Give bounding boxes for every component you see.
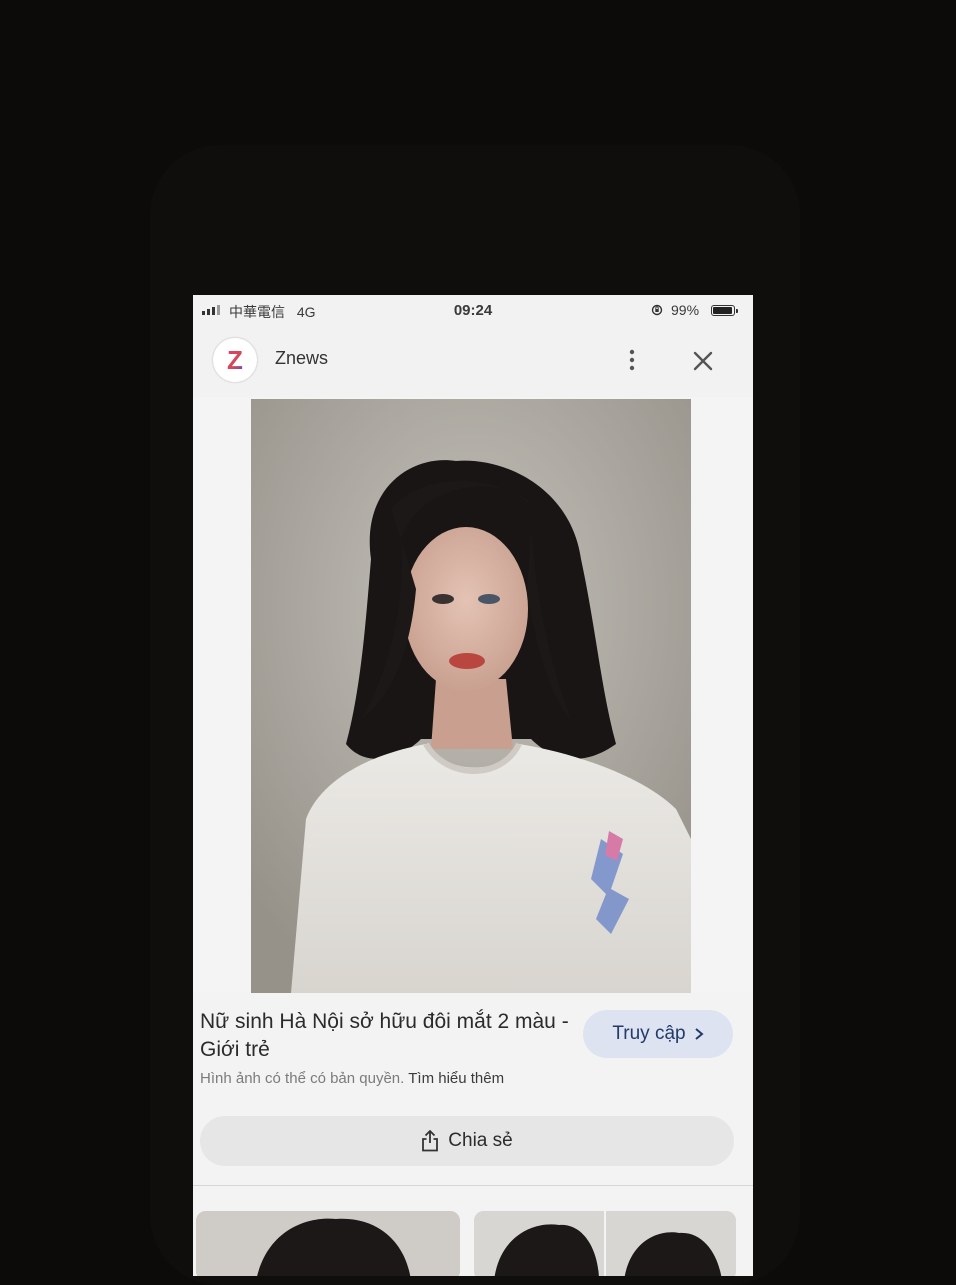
related-image-thumb[interactable]	[196, 1211, 460, 1276]
clock: 09:24	[453, 302, 493, 319]
share-label: Chia sẻ	[448, 1130, 513, 1151]
learn-more-link[interactable]: Tìm hiểu thêm	[408, 1070, 504, 1087]
chevron-right-icon	[694, 1028, 704, 1040]
copyright-text: Hình ảnh có thể có bản quyền.	[200, 1070, 405, 1087]
related-image-2	[474, 1211, 736, 1276]
battery-icon	[711, 305, 738, 316]
related-image-thumb[interactable]	[474, 1211, 736, 1276]
related-image-1	[196, 1211, 460, 1276]
status-bar: 中華電信 4G 09:24 99%	[193, 295, 753, 327]
portrait-illustration	[251, 399, 691, 993]
result-title[interactable]: Nữ sinh Hà Nội sở hữu đôi mắt 2 màu - Gi…	[200, 1008, 570, 1064]
share-button[interactable]: Chia sẻ	[200, 1116, 734, 1166]
more-vertical-icon[interactable]	[625, 347, 639, 373]
phone-screen: 中華電信 4G 09:24 99% Z Znews Nữ sinh Hà Nội…	[193, 295, 753, 1276]
site-logo[interactable]: Z	[213, 338, 257, 382]
viewer-header: Z Znews	[193, 335, 753, 395]
result-photo[interactable]	[251, 399, 691, 993]
share-icon	[422, 1130, 439, 1152]
orientation-lock-icon	[651, 304, 663, 316]
battery-percent: 99%	[671, 302, 700, 318]
visit-button[interactable]: Truy cập	[583, 1010, 733, 1058]
logo-letter: Z	[227, 346, 243, 374]
copyright-notice: Hình ảnh có thể có bản quyền. Tìm hiểu t…	[200, 1070, 504, 1087]
result-info-panel: Nữ sinh Hà Nội sở hữu đôi mắt 2 màu - Gi…	[193, 993, 753, 1276]
section-divider	[193, 1185, 753, 1186]
visit-label: Truy cập	[612, 1023, 686, 1044]
close-icon[interactable]	[691, 349, 715, 373]
image-preview-area	[193, 397, 753, 1072]
site-name[interactable]: Znews	[275, 348, 328, 369]
znews-logo-icon: Z	[227, 346, 243, 374]
related-images	[193, 1207, 753, 1276]
